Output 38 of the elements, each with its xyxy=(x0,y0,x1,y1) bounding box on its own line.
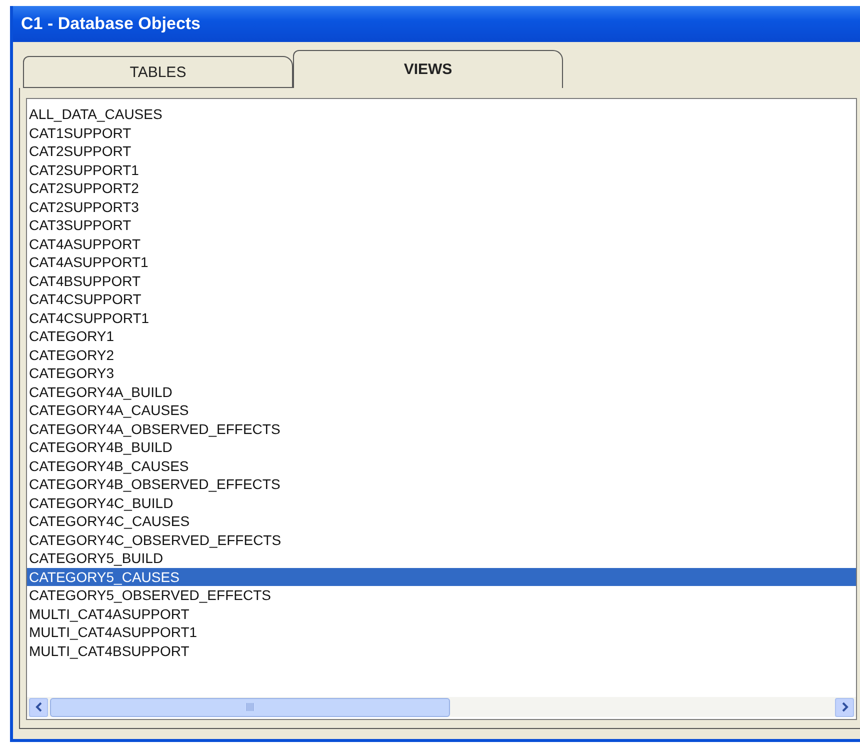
scroll-right-button[interactable] xyxy=(835,698,854,716)
list-item[interactable]: CATEGORY4C_CAUSES xyxy=(27,512,856,530)
list-item[interactable]: CAT4ASUPPORT1 xyxy=(27,253,856,272)
grip-icon xyxy=(246,703,254,711)
list-item[interactable]: CATEGORY4C_BUILD xyxy=(27,494,856,512)
list-item[interactable]: CAT4CSUPPORT1 xyxy=(27,308,856,327)
list-item[interactable]: CATEGORY2 xyxy=(27,346,856,364)
list-item[interactable]: CAT4ASUPPORT xyxy=(27,234,856,253)
list-item[interactable]: MULTI_CAT4BSUPPORT xyxy=(27,642,856,660)
list-item[interactable]: CATEGORY1 xyxy=(27,327,856,346)
list-item[interactable]: CATEGORY3 xyxy=(27,364,856,382)
list-item[interactable]: CAT4CSUPPORT xyxy=(27,290,856,308)
list-item[interactable]: CATEGORY5_CAUSES xyxy=(27,568,856,586)
list-item[interactable]: CAT4BSUPPORT xyxy=(27,272,856,290)
list-item[interactable]: CAT2SUPPORT1 xyxy=(27,160,856,179)
list-item[interactable]: CAT2SUPPORT3 xyxy=(27,198,856,216)
list-item[interactable]: CAT2SUPPORT2 xyxy=(27,179,856,198)
list-item[interactable]: CATEGORY4B_BUILD xyxy=(27,438,856,456)
list-item[interactable]: CATEGORY5_OBSERVED_EFFECTS xyxy=(27,586,856,604)
list-item[interactable]: CAT2SUPPORT xyxy=(27,142,856,160)
scroll-left-button[interactable] xyxy=(29,698,48,716)
list-item[interactable]: MULTI_CAT4ASUPPORT xyxy=(27,604,856,623)
list-item[interactable]: MULTI_CAT4ASUPPORT1 xyxy=(27,623,856,642)
list-item[interactable]: CATEGORY4A_CAUSES xyxy=(27,401,856,420)
list-item[interactable]: CAT1SUPPORT xyxy=(27,124,856,142)
tab[interactable]: TABLES xyxy=(23,56,293,88)
list-item[interactable]: CATEGORY4C_OBSERVED_EFFECTS xyxy=(27,530,856,549)
list-item[interactable]: CATEGORY4A_OBSERVED_EFFECTS xyxy=(27,420,856,438)
tab[interactable]: VIEWS xyxy=(293,50,563,88)
list-item[interactable]: CATEGORY4A_BUILD xyxy=(27,382,856,401)
horizontal-scrollbar[interactable] xyxy=(27,697,856,717)
list-item[interactable]: ALL_DATA_CAUSES xyxy=(27,105,856,124)
list-item[interactable]: CATEGORY4B_OBSERVED_EFFECTS xyxy=(27,475,856,494)
list-item[interactable]: CATEGORY5_BUILD xyxy=(27,549,856,568)
window-title: C1 - Database Objects xyxy=(21,14,201,34)
scrollbar-thumb[interactable] xyxy=(50,698,450,716)
list-item[interactable]: CAT3SUPPORT xyxy=(27,216,856,234)
list-item[interactable]: CATEGORY4B_CAUSES xyxy=(27,456,856,475)
